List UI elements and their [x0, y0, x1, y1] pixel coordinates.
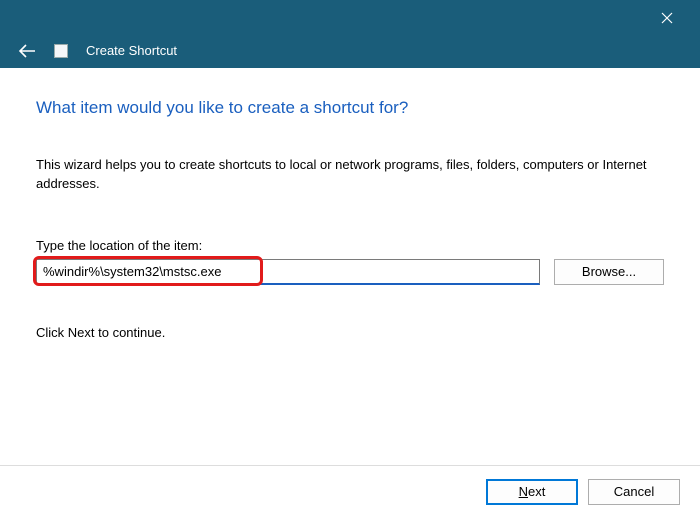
wizard-description: This wizard helps you to create shortcut… [36, 156, 664, 194]
next-label-rest: ext [528, 484, 545, 499]
footer: Next Cancel [0, 465, 700, 517]
window-title: Create Shortcut [86, 43, 177, 58]
back-button[interactable] [18, 44, 36, 58]
titlebar: Create Shortcut [0, 0, 700, 68]
location-label: Type the location of the item: [36, 238, 664, 253]
browse-button[interactable]: Browse... [554, 259, 664, 285]
page-heading: What item would you like to create a sho… [36, 98, 664, 118]
close-button[interactable] [646, 4, 688, 32]
close-icon [661, 12, 673, 24]
shortcut-icon [54, 44, 68, 58]
location-row: Browse... [36, 259, 664, 285]
location-input-wrap [36, 259, 540, 285]
header-row: Create Shortcut [18, 43, 177, 58]
location-input[interactable] [36, 259, 540, 285]
next-mnemonic: N [519, 484, 528, 499]
cancel-button[interactable]: Cancel [588, 479, 680, 505]
next-button[interactable]: Next [486, 479, 578, 505]
continue-instruction: Click Next to continue. [36, 325, 664, 340]
back-arrow-icon [18, 44, 36, 58]
content-area: What item would you like to create a sho… [0, 68, 700, 340]
